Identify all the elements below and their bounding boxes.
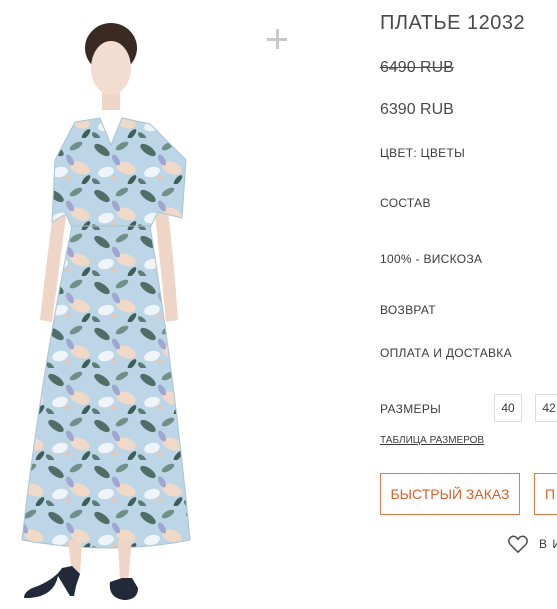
wishlist-button[interactable]: В И <box>507 534 557 554</box>
model-in-dress-image <box>21 23 191 600</box>
size-table-link[interactable]: ТАБЛИЦА РАЗМЕРОВ <box>380 435 484 446</box>
sizes-label: РАЗМЕРЫ <box>380 402 442 416</box>
composition-value: 100% - ВИСКОЗА <box>380 252 483 266</box>
payment-delivery-toggle[interactable]: ОПЛАТА И ДОСТАВКА <box>380 346 512 360</box>
heart-icon <box>508 535 528 553</box>
size-option-42[interactable]: 42 <box>535 394 557 422</box>
wishlist-label: В И <box>539 537 557 551</box>
zoom-plus-icon[interactable] <box>265 27 289 51</box>
composition-toggle[interactable]: СОСТАВ <box>380 196 431 210</box>
quick-order-button[interactable]: БЫСТРЫЙ ЗАКАЗ <box>380 473 520 515</box>
product-page: ПЛАТЬЕ 12032 6490 RUB 6390 RUB ЦВЕТ: ЦВЕ… <box>0 0 557 609</box>
color-label: ЦВЕТ: ЦВЕТЫ <box>380 146 466 160</box>
returns-toggle[interactable]: ВОЗВРАТ <box>380 303 436 317</box>
add-to-cart-button[interactable]: П <box>534 473 557 515</box>
old-price: 6490 RUB <box>380 59 454 76</box>
product-title: ПЛАТЬЕ 12032 <box>380 12 526 34</box>
current-price: 6390 RUB <box>380 101 454 118</box>
size-option-40[interactable]: 40 <box>494 394 522 422</box>
product-photo[interactable] <box>0 0 250 609</box>
